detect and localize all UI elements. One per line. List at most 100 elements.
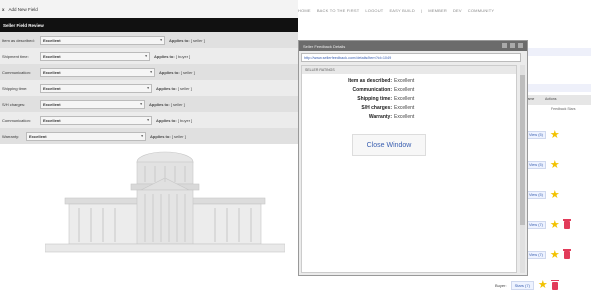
chevron-down-icon: ▾ (147, 118, 149, 122)
rating-value: Excellent (43, 117, 61, 123)
rating-value: Excellent (394, 113, 415, 120)
trash-icon[interactable] (562, 219, 571, 229)
nav-item[interactable]: LOGOUT (365, 8, 383, 20)
chevron-down-icon: ▾ (160, 38, 162, 42)
popup-body: SELLER RATINGS Item as described: Excell… (301, 65, 517, 273)
chevron-down-icon: ▾ (140, 102, 142, 106)
rating-select[interactable]: Excellent ▾ (40, 67, 155, 77)
info-stripe (523, 84, 591, 92)
nav-item[interactable]: DEV (453, 8, 462, 20)
chevron-down-icon: ▾ (145, 54, 147, 58)
column-header: Actions (545, 97, 557, 101)
rating-key: Shipping time: (357, 95, 392, 102)
buyer-stars-link[interactable]: Stars (7) (510, 281, 534, 290)
rating-key: Communication: (352, 86, 392, 93)
view-link[interactable]: View (5) (526, 191, 546, 199)
close-icon[interactable] (518, 43, 523, 48)
field-label: Warranty: (2, 133, 20, 139)
chevron-down-icon: ▾ (150, 70, 152, 74)
field-row: S/H charges: Excellent ▾ Applies to: [ s… (0, 96, 298, 112)
field-row: Communication: Excellent ▾ Applies to: [… (0, 112, 298, 128)
star-icon[interactable]: ★ (550, 129, 560, 141)
popup-titlebar[interactable]: Seller Feedback Details (299, 41, 527, 51)
ratings-header: SELLER RATINGS (302, 66, 516, 74)
view-link[interactable]: View (5) (526, 131, 546, 139)
rating-value: Excellent (29, 133, 47, 139)
nav-item[interactable]: BACK TO THE FIRST (317, 8, 360, 20)
view-link[interactable]: View (5) (526, 161, 546, 169)
scrollbar-thumb[interactable] (520, 75, 525, 225)
rating-select[interactable]: Excellent ▾ (40, 51, 150, 61)
field-row: Item as described: Excellent ▾ Applies t… (0, 32, 298, 48)
table-row: View (7) ★ (526, 214, 588, 236)
rating-value: Excellent (394, 95, 415, 102)
star-icon[interactable]: ★ (550, 159, 560, 171)
nav-item[interactable]: COMMUNITY (468, 8, 494, 20)
table-row: View (5) ★ (526, 124, 588, 146)
rating-value: Excellent (43, 69, 61, 75)
star-icon[interactable]: ★ (538, 280, 548, 291)
trash-icon[interactable] (562, 249, 571, 259)
table-header: Name Actions Feedback Stars (523, 95, 591, 111)
rating-select[interactable]: Excellent ▾ (40, 115, 152, 125)
popup-title: Seller Feedback Details (303, 43, 346, 49)
view-link[interactable]: View (7) (526, 221, 546, 229)
capitol-building-watermark (45, 151, 285, 253)
nav-item[interactable]: HOME (298, 8, 311, 20)
add-field-button[interactable]: Add New Field (9, 7, 38, 12)
left-panel: x Add New Field Seller Field Review Item… (0, 0, 298, 301)
window-controls (502, 43, 523, 48)
close-icon[interactable]: x (2, 7, 5, 12)
close-window-button[interactable]: Close Window (352, 134, 426, 156)
rating-select[interactable]: Excellent ▾ (40, 99, 145, 109)
rating-value: Excellent (394, 86, 415, 93)
applies-to-text: Applies to: [ buyer ] (154, 53, 191, 59)
top-nav: HOME BACK TO THE FIRST LOGOUT EASY BUILD… (298, 8, 591, 20)
chevron-down-icon: ▾ (147, 86, 149, 90)
panel-title: Seller Field Review (0, 18, 298, 32)
rating-key: Warranty: (368, 113, 392, 120)
rating-select[interactable]: Excellent ▾ (40, 35, 165, 45)
applies-to-text: Applies to: [ seller ] (150, 133, 186, 139)
rating-row: Item as described: Excellent (302, 76, 516, 85)
table-row: View (5) ★ (526, 184, 588, 206)
field-row: Communication: Excellent ▾ Applies to: [… (0, 64, 298, 80)
maximize-icon[interactable] (510, 43, 515, 48)
field-row: Shipping time: Excellent ▾ Applies to: [… (0, 80, 298, 96)
left-toolbar: x Add New Field (0, 0, 298, 18)
trash-icon[interactable] (550, 279, 559, 290)
rating-value: Excellent (43, 37, 61, 43)
rating-select[interactable]: Excellent ▾ (40, 83, 152, 93)
rating-row: Shipping time: Excellent (302, 94, 516, 103)
field-label: Shipment time: (2, 53, 29, 59)
applies-to-text: Applies to: [ seller ] (159, 69, 195, 75)
table-row: View (5) ★ (526, 154, 588, 176)
popup-scrollbar[interactable] (520, 65, 525, 273)
ratings-list: Item as described: Excellent Communicati… (302, 74, 516, 121)
address-bar[interactable]: http://www.sellerfeedback.com/details/it… (301, 53, 521, 62)
rating-select[interactable]: Excellent ▾ (26, 131, 146, 141)
rating-row: Communication: Excellent (302, 85, 516, 94)
nav-item[interactable]: EASY BUILD (389, 8, 415, 20)
rating-key: S/H charges: (361, 104, 392, 111)
star-icon[interactable]: ★ (550, 189, 560, 201)
chevron-down-icon: ▾ (141, 134, 143, 138)
table-row: View (7) ★ (526, 244, 588, 266)
field-row: Warranty: Excellent ▾ Applies to: [ sell… (0, 128, 298, 144)
field-label: Communication: (2, 69, 31, 75)
minimize-icon[interactable] (502, 43, 507, 48)
column-header: Feedback Stars (551, 107, 576, 111)
buyer-row: Buyer: Stars (7) ★ (495, 279, 559, 291)
rating-key: Item as described: (348, 77, 392, 84)
nav-item[interactable]: MEMBER (428, 8, 447, 20)
applies-to-text: Applies to: [ seller ] (156, 85, 192, 91)
view-link[interactable]: View (7) (526, 251, 546, 259)
applies-to-text: Applies to: [ seller ] (169, 37, 205, 43)
star-icon[interactable]: ★ (550, 219, 560, 231)
field-label: S/H charges: (2, 101, 26, 107)
field-label: Item as described: (2, 37, 35, 43)
star-icon[interactable]: ★ (550, 249, 560, 261)
rating-row: Warranty: Excellent (302, 112, 516, 121)
nav-separator: | (420, 8, 423, 13)
rating-row: S/H charges: Excellent (302, 103, 516, 112)
